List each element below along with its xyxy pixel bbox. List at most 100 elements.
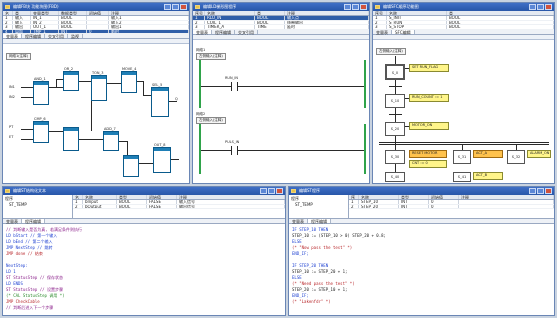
col-header[interactable]: 名称 [387, 11, 447, 15]
col-header[interactable]: 名称 [83, 195, 117, 199]
sfc-step[interactable]: S_31 [453, 150, 471, 164]
fbd-window-titlebar[interactable]: 编辑FB块 功能块图(FBD) [3, 3, 189, 11]
sfc-toolbar[interactable] [373, 34, 554, 40]
sfc-step[interactable]: S_10 [385, 94, 405, 108]
function-block[interactable] [63, 71, 79, 91]
tab-program[interactable]: 程序编辑 [22, 34, 45, 39]
program-tree[interactable]: 程序 ST_TEMP [3, 195, 73, 218]
col-header[interactable]: 类 [13, 11, 31, 15]
tree-item[interactable]: ST_TEMP [5, 202, 70, 207]
col-header[interactable]: 类 [447, 11, 554, 15]
col-header[interactable]: 名 [3, 11, 13, 15]
col-header[interactable]: 序号 [373, 11, 387, 15]
function-block[interactable] [121, 71, 137, 93]
col-header[interactable]: 名称 [205, 11, 255, 15]
sfc-action[interactable]: MOTOR_ON [409, 122, 449, 130]
minimize-icon[interactable] [529, 4, 536, 10]
sfc-action[interactable]: RESET MOTOR [409, 150, 447, 158]
sfc-action[interactable]: ALARM_ON [527, 150, 551, 158]
function-block[interactable] [33, 81, 49, 105]
sfc-step[interactable]: S_30 [385, 150, 405, 164]
table-row[interactable]: 2 bOutput BOOL FALSE 输出信号 [73, 204, 285, 209]
close-icon[interactable] [360, 4, 367, 10]
col-header[interactable]: 名称 [359, 195, 399, 199]
tab-monitor[interactable]: 监视 [68, 34, 83, 39]
sfc-step[interactable]: S_40 [385, 172, 405, 182]
col-header[interactable]: 初始值 [429, 195, 459, 199]
close-icon[interactable] [180, 4, 187, 10]
function-block[interactable] [151, 87, 169, 117]
tab-variables[interactable]: 变量表 [3, 34, 22, 39]
sfc-step[interactable]: S_0 [385, 64, 405, 80]
tab-variables[interactable]: 变量表 [193, 29, 212, 35]
col-header[interactable]: 类 [255, 11, 285, 15]
maximize-icon[interactable] [352, 4, 359, 10]
minimize-icon[interactable] [260, 188, 267, 194]
col-header[interactable]: 注释 [459, 195, 554, 199]
sfc-canvas[interactable]: 左侧输入(注释) S_0 SET RUN_FLAG S_10 RUN_COUNT… [373, 46, 554, 183]
ld-canvas[interactable]: 网络1 左侧输入(注释) RUN_IN 网络2 左侧输入(注释) PULS_IN [193, 46, 369, 183]
function-block[interactable] [33, 121, 49, 143]
col-header[interactable]: 类型 [399, 195, 429, 199]
maximize-icon[interactable] [268, 188, 275, 194]
minimize-icon[interactable] [344, 4, 351, 10]
function-block[interactable] [123, 155, 139, 177]
tab-variables[interactable]: 变量表 [289, 219, 308, 224]
maximize-icon[interactable] [537, 188, 544, 194]
sfc-action[interactable]: ACT_A [473, 150, 503, 158]
tree-item[interactable]: ST_TEMP [291, 202, 346, 207]
col-header[interactable]: 序号 [193, 11, 205, 15]
sfc-step[interactable]: S_20 [385, 122, 405, 136]
fbd-editor-window: 编辑FB块 功能块图(FBD) 名 类 变量类型 数据类型 初始值 注释 1 输入… [2, 2, 190, 184]
st-code-editor[interactable]: IF STEP_10 THEN STEP_10 := (STEP_10 > 0)… [289, 225, 554, 315]
program-tree[interactable]: 程序 ST_TEMP [289, 195, 349, 218]
sfc-window-titlebar[interactable]: 编辑SFC顺序功能图 [373, 3, 554, 11]
tab-variables[interactable]: 变量表 [3, 219, 22, 224]
function-block[interactable] [103, 131, 119, 151]
function-block[interactable] [63, 127, 79, 151]
sfc-step[interactable]: S_32 [507, 150, 525, 164]
col-header[interactable]: 初始值 [147, 195, 177, 199]
minimize-icon[interactable] [529, 188, 536, 194]
col-header[interactable]: 初始值 [87, 11, 109, 15]
ld-toolbar[interactable] [193, 34, 369, 40]
sfc-action[interactable]: CNT := 0 [409, 160, 447, 168]
close-icon[interactable] [545, 188, 552, 194]
ld-window-titlebar[interactable]: 编辑LD梯形图程序 [193, 3, 369, 11]
fbd-toolbar[interactable] [3, 39, 189, 44]
sfc-variable-table: 序号 名称 类 1 S_INIT BOOL 2 S_RUN BOOL 3 S_STOP BO… [373, 11, 554, 30]
col-header[interactable]: 注释 [177, 195, 285, 199]
maximize-icon[interactable] [537, 4, 544, 10]
contact-label: RUN_IN [225, 76, 239, 80]
minimize-icon[interactable] [164, 4, 171, 10]
tab-sfc[interactable]: SFC编辑 [392, 29, 415, 35]
maximize-icon[interactable] [172, 4, 179, 10]
col-header[interactable]: 类型 [117, 195, 147, 199]
sfc-action[interactable]: RUN_COUNT := 1 [409, 94, 449, 102]
tab-program[interactable]: 程序编辑 [212, 29, 235, 35]
function-block[interactable] [91, 75, 107, 101]
tab-variables[interactable]: 变量表 [373, 29, 392, 35]
il-code-editor[interactable]: // 判断输入是否为真, 若满足条件则执行 LD bStart // 第一个输入… [3, 225, 285, 315]
col-header[interactable]: 注释 [109, 11, 189, 15]
sfc-action[interactable]: ACT_B [473, 172, 503, 180]
col-header[interactable]: 变量类型 [31, 11, 59, 15]
tab-program[interactable]: 程序编辑 [308, 219, 331, 224]
st-window-titlebar[interactable]: 编辑ST程序 [289, 187, 554, 195]
col-header[interactable]: 数据类型 [59, 11, 87, 15]
sfc-action[interactable]: SET RUN_FLAG [409, 64, 449, 72]
tab-program[interactable]: 程序编辑 [22, 219, 45, 224]
close-icon[interactable] [276, 188, 283, 194]
il-window-titlebar[interactable]: 编辑ST结构化文本 [3, 187, 285, 195]
col-header[interactable]: 名 [73, 195, 83, 199]
col-header[interactable]: 注释 [285, 11, 369, 15]
code-line: // 判断后进入下一个步骤 [6, 305, 54, 310]
table-row[interactable]: 2 STEP_20 INT 0 [349, 204, 554, 209]
function-block[interactable] [153, 147, 171, 173]
fbd-canvas[interactable]: 网络1(注释) AND_1 OR_2 TON_3 MOVE_4 SEL_5 CM… [3, 51, 189, 183]
tab-crossref[interactable]: 交叉引用 [235, 29, 258, 35]
close-icon[interactable] [545, 4, 552, 10]
sfc-step[interactable]: S_41 [453, 172, 471, 182]
col-header[interactable]: 序 [349, 195, 359, 199]
tab-crossref[interactable]: 交叉引用 [45, 34, 68, 39]
